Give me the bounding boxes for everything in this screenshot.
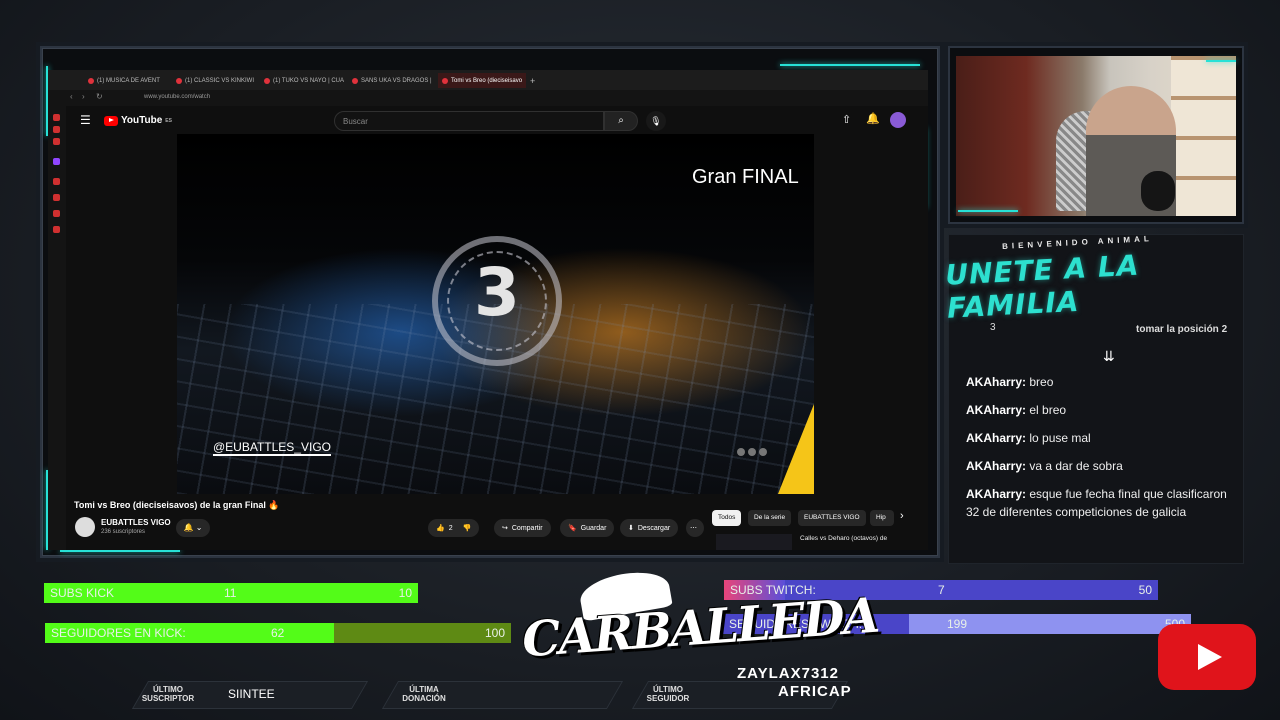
chat-message: AKAharry: esque fue fecha final que clas… bbox=[966, 487, 1227, 519]
youtube-icon bbox=[442, 77, 448, 84]
ultimo-seguidor-label: ÚLTIMO SEGUIDOR bbox=[646, 685, 690, 703]
download-icon: ⬇ bbox=[628, 525, 634, 532]
youtube-logo-icon bbox=[1158, 624, 1256, 690]
streamer-logo: CARBALLEDA bbox=[520, 587, 880, 669]
ultimo-seguidor-value-2: AFRICAP bbox=[778, 683, 852, 700]
sidebar-icon[interactable] bbox=[53, 138, 60, 145]
chip-serie[interactable]: De la serie bbox=[748, 510, 792, 526]
video-decoration bbox=[778, 404, 814, 494]
thumbs-up-icon: 👍 bbox=[436, 525, 445, 532]
menu-icon[interactable]: ☰ bbox=[80, 113, 91, 127]
chip-hip[interactable]: Hip bbox=[870, 510, 894, 526]
sidebar-icon[interactable] bbox=[53, 114, 60, 121]
youtube-icon bbox=[264, 77, 270, 84]
video-overlay-title: Gran FINAL bbox=[692, 166, 799, 188]
search-input[interactable]: Buscar bbox=[334, 111, 604, 131]
video-watermark: @EUBATTLES_VIGO bbox=[213, 440, 331, 456]
back-icon[interactable]: ‹ bbox=[70, 92, 73, 101]
webcam-shelf bbox=[1171, 56, 1236, 216]
share-icon: ↪ bbox=[502, 525, 508, 532]
subscribe-bell-button[interactable]: 🔔 ⌄ bbox=[176, 519, 210, 537]
countdown-number: 3 bbox=[474, 254, 520, 331]
forward-icon[interactable]: › bbox=[82, 92, 85, 101]
chat-message: AKAharry: breo bbox=[966, 375, 1054, 389]
bookmark-icon: 🔖 bbox=[568, 525, 577, 532]
channel-avatar[interactable] bbox=[75, 517, 95, 537]
sidebar-icon[interactable] bbox=[53, 178, 60, 185]
save-button[interactable]: 🔖 Guardar bbox=[560, 519, 615, 537]
microphone-icon[interactable]: 🎙 bbox=[646, 111, 666, 131]
sidebar-icon[interactable] bbox=[53, 226, 60, 233]
address-bar[interactable]: ‹ › ↻ www.youtube.com/watch bbox=[48, 90, 928, 106]
ultima-donacion-label: ÚLTIMA DONACIÓN bbox=[402, 685, 446, 703]
download-button[interactable]: ⬇ Descargar bbox=[620, 519, 679, 537]
youtube-icon bbox=[176, 77, 182, 84]
next-video-title[interactable]: Calles vs Deharo (octavos) de bbox=[800, 535, 887, 542]
address-text[interactable]: www.youtube.com/watch bbox=[144, 94, 210, 100]
chip-channel[interactable]: EUBATTLES VIGO bbox=[798, 510, 866, 526]
browser-tab[interactable]: (1) CLASSIC VS KINKIWI bbox=[172, 73, 258, 88]
frame-accent-line bbox=[780, 64, 920, 66]
channel-name[interactable]: EUBATTLES VIGO bbox=[101, 518, 171, 527]
next-video-thumbnail[interactable] bbox=[716, 534, 792, 550]
chat-cutoff-text: tomar la posición 2 bbox=[1136, 324, 1228, 335]
chat-message: AKAharry: va a dar de sobra bbox=[966, 459, 1123, 473]
ultimo-suscriptor-value: SIINTEE bbox=[228, 687, 275, 701]
ultimo-seguidor-value: ZAYLAX7312 bbox=[737, 665, 839, 682]
thumbs-down-icon[interactable]: 👎 bbox=[463, 524, 472, 532]
browser-tab[interactable]: (1) MUSICA DE AVENT bbox=[84, 73, 170, 88]
frame-accent-line bbox=[958, 210, 1018, 212]
reload-icon[interactable]: ↻ bbox=[96, 92, 103, 101]
youtube-play-icon bbox=[104, 115, 118, 126]
frame-accent-line bbox=[60, 550, 180, 552]
browser-tab-active[interactable]: Tomi vs Breo (dieciseisavo bbox=[438, 73, 526, 88]
tab-bar: (1) MUSICA DE AVENT (1) CLASSIC VS KINKI… bbox=[48, 70, 928, 90]
ultimo-suscriptor-label: ÚLTIMO SUSCRIPTOR bbox=[141, 685, 195, 703]
youtube-icon bbox=[88, 77, 94, 84]
chip-todos[interactable]: Todos bbox=[712, 510, 742, 526]
channel-subscribers: 236 suscriptores bbox=[101, 529, 146, 535]
chat-message: AKAharry: lo puse mal bbox=[966, 431, 1091, 445]
search-icon[interactable]: ⌕ bbox=[604, 111, 638, 131]
loading-indicator bbox=[737, 448, 767, 456]
video-player[interactable]: Gran FINAL 3 @EUBATTLES_VIGO bbox=[177, 134, 814, 494]
youtube-page: ☰ YouTube ES Buscar ⌕ 🎙 ⇧ 🔔 Gran FINAL 3… bbox=[66, 106, 928, 550]
more-button[interactable]: ⋯ bbox=[686, 519, 704, 537]
subs-kick-bar: SUBS KICK 11 10 bbox=[44, 583, 418, 603]
sidebar-icon[interactable] bbox=[53, 210, 60, 217]
youtube-logo[interactable]: YouTube ES bbox=[104, 115, 172, 126]
webcam-feed bbox=[956, 56, 1236, 216]
new-tab-button[interactable]: + bbox=[526, 73, 540, 88]
youtube-icon bbox=[352, 77, 358, 84]
browser-tab[interactable]: SANS UKA VS DRAGOS | bbox=[348, 73, 434, 88]
frame-accent-line bbox=[1206, 60, 1236, 62]
video-title: Tomi vs Breo (dieciseisavos) de la gran … bbox=[74, 500, 280, 510]
chat-cutoff-left: 3 bbox=[990, 322, 996, 333]
chat-message: AKAharry: el breo bbox=[966, 403, 1067, 417]
bell-icon[interactable]: 🔔 bbox=[866, 112, 880, 125]
browser-tab[interactable]: (1) TUKO VS NAYO | CUA bbox=[260, 73, 346, 88]
youtube-header: ☰ YouTube ES Buscar ⌕ 🎙 ⇧ 🔔 bbox=[66, 106, 928, 134]
scroll-down-icon[interactable]: ⇊ bbox=[1103, 348, 1115, 365]
chevron-right-icon[interactable]: › bbox=[900, 510, 904, 522]
avatar[interactable] bbox=[890, 112, 906, 128]
browser-sidebar bbox=[48, 106, 66, 550]
browser-window: (1) MUSICA DE AVENT (1) CLASSIC VS KINKI… bbox=[48, 70, 928, 550]
webcam-microphone bbox=[1141, 171, 1175, 211]
share-button[interactable]: ↪ Compartir bbox=[494, 519, 551, 537]
seguidores-kick-bar: SEGUIDORES EN KICK: 62 100 bbox=[45, 623, 511, 643]
sidebar-icon[interactable] bbox=[53, 126, 60, 133]
upload-icon[interactable]: ⇧ bbox=[842, 113, 851, 126]
like-button[interactable]: 👍 2 👎 bbox=[428, 519, 480, 537]
twitch-icon[interactable] bbox=[53, 158, 60, 165]
sidebar-icon[interactable] bbox=[53, 194, 60, 201]
